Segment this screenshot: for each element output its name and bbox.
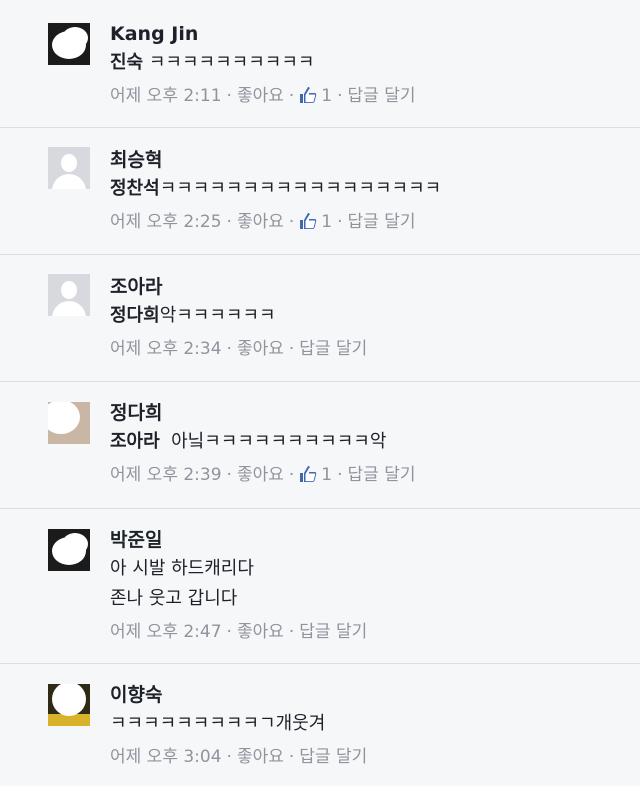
comment-item: 이향숙 ㅋㅋㅋㅋㅋㅋㅋㅋㅋㄱ개웃겨 어제 오후 3:04 · 좋아요 · 답글 달기 (0, 664, 640, 786)
reply-button[interactable]: 답글 달기 (348, 465, 416, 485)
like-count[interactable]: 1 (321, 86, 332, 106)
comment-timestamp[interactable]: 어제 오후 2:47 (110, 622, 222, 642)
like-button[interactable]: 좋아요 (237, 212, 284, 232)
like-button[interactable]: 좋아요 (237, 622, 284, 642)
comment-text: 조아라 아닠ㅋㅋㅋㅋㅋㅋㅋㅋㅋㅋ악 (110, 431, 387, 452)
comment-item: 조아라 정다희악ㅋㅋㅋㅋㅋㅋ 어제 오후 2:34 · 좋아요 · 답글 달기 (0, 255, 640, 382)
thumbs-up-icon (300, 87, 317, 103)
comment-meta: 어제 오후 2:34 · 좋아요 · 답글 달기 (110, 339, 368, 359)
reply-button[interactable]: 답글 달기 (299, 339, 367, 359)
comment-author[interactable]: 박준일 (110, 526, 628, 554)
comment-meta: 어제 오후 2:39 · 좋아요 · 1 · 답글 달기 (110, 465, 416, 485)
like-button[interactable]: 좋아요 (237, 339, 284, 359)
avatar[interactable] (48, 684, 90, 726)
comment-text: 진숙 ㅋㅋㅋㅋㅋㅋㅋㅋㅋㅋ (110, 52, 315, 73)
comment-text: 정찬석ㅋㅋㅋㅋㅋㅋㅋㅋㅋㅋㅋㅋㅋㅋㅋㅋㅋ (110, 178, 442, 199)
comment-meta: 어제 오후 3:04 · 좋아요 · 답글 달기 (110, 747, 368, 767)
comment-item: 최승혁 정찬석ㅋㅋㅋㅋㅋㅋㅋㅋㅋㅋㅋㅋㅋㅋㅋㅋㅋ 어제 오후 2:25 · 좋아요 ·… (0, 128, 640, 255)
comment-item: 박준일 아 시발 하드캐리다 존나 웃고 갑니다 어제 오후 2:47 · 좋아요 ·… (0, 509, 640, 664)
comment-timestamp[interactable]: 어제 오후 2:11 (110, 86, 222, 106)
comment-timestamp[interactable]: 어제 오후 3:04 (110, 747, 222, 767)
comment-timestamp[interactable]: 어제 오후 2:25 (110, 212, 222, 232)
reply-button[interactable]: 답글 달기 (348, 86, 416, 106)
avatar[interactable] (48, 147, 90, 189)
comment-author[interactable]: Kang Jin (110, 20, 628, 48)
comment-author[interactable]: 정다희 (110, 399, 628, 427)
thumbs-up-icon (300, 213, 317, 229)
comment-author[interactable]: 이향숙 (110, 681, 628, 709)
comment-text-line: 존나 웃고 갑니다 (110, 588, 238, 609)
reply-button[interactable]: 답글 달기 (348, 212, 416, 232)
reply-button[interactable]: 답글 달기 (299, 622, 367, 642)
comment-list: Kang Jin 진숙 ㅋㅋㅋㅋㅋㅋㅋㅋㅋㅋ 어제 오후 2:11 · 좋아요 · 1 ·… (0, 0, 640, 786)
avatar[interactable] (48, 23, 90, 65)
avatar[interactable] (48, 402, 90, 444)
avatar[interactable] (48, 529, 90, 571)
mention-tag[interactable]: 진숙 (110, 52, 143, 73)
comment-author[interactable]: 조아라 (110, 273, 628, 301)
comment-timestamp[interactable]: 어제 오후 2:39 (110, 465, 222, 485)
like-count[interactable]: 1 (321, 465, 332, 485)
comment-meta: 어제 오후 2:47 · 좋아요 · 답글 달기 (110, 622, 368, 642)
mention-tag[interactable]: 정다희 (110, 305, 160, 326)
comment-text: 정다희악ㅋㅋㅋㅋㅋㅋ (110, 305, 276, 326)
comment-timestamp[interactable]: 어제 오후 2:34 (110, 339, 222, 359)
mention-tag[interactable]: 정찬석 (110, 178, 160, 199)
comment-text: ㅋㅋㅋㅋㅋㅋㅋㅋㅋㄱ개웃겨 (110, 713, 326, 734)
thumbs-up-icon (300, 466, 317, 482)
comment-author[interactable]: 최승혁 (110, 146, 628, 174)
comment-meta: 어제 오후 2:25 · 좋아요 · 1 · 답글 달기 (110, 212, 416, 232)
like-button[interactable]: 좋아요 (237, 86, 284, 106)
avatar[interactable] (48, 274, 90, 316)
mention-tag[interactable]: 조아라 (110, 431, 160, 452)
comment-meta: 어제 오후 2:11 · 좋아요 · 1 · 답글 달기 (110, 86, 416, 106)
like-button[interactable]: 좋아요 (237, 747, 284, 767)
reply-button[interactable]: 답글 달기 (299, 747, 367, 767)
like-button[interactable]: 좋아요 (237, 465, 284, 485)
comment-item: Kang Jin 진숙 ㅋㅋㅋㅋㅋㅋㅋㅋㅋㅋ 어제 오후 2:11 · 좋아요 · 1 ·… (0, 0, 640, 128)
comment-item: 정다희 조아라 아닠ㅋㅋㅋㅋㅋㅋㅋㅋㅋㅋ악 어제 오후 2:39 · 좋아요 · 1 · 답… (0, 382, 640, 509)
like-count[interactable]: 1 (321, 212, 332, 232)
comment-text-line: 아 시발 하드캐리다 (110, 558, 254, 579)
